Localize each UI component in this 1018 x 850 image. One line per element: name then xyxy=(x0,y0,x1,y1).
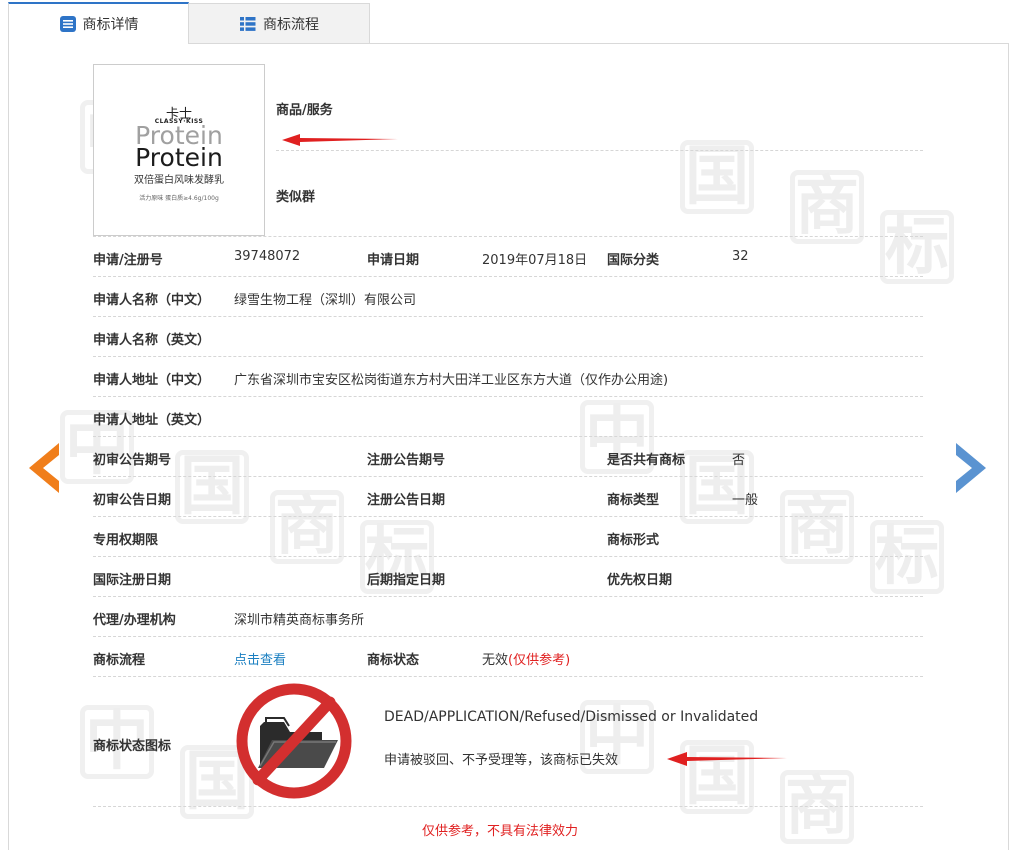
app-date-label: 申请日期 xyxy=(367,253,420,268)
tab-trademark-detail[interactable]: 商标详情 xyxy=(8,2,189,44)
agent-label: 代理/办理机构 xyxy=(93,613,176,628)
status-en-description: DEAD/APPLICATION/Refused/Dismissed or In… xyxy=(384,709,759,725)
tm-status-value: 无效(仅供参考) xyxy=(482,649,570,668)
divider xyxy=(93,396,923,397)
trademark-image[interactable]: 卡士 CLASSY·KISS Protein Protein 双倍蛋白风味发酵乳… xyxy=(93,64,265,236)
divider xyxy=(93,236,923,237)
divider xyxy=(276,150,923,151)
status-note: (仅供参考) xyxy=(508,653,571,668)
address-en-label: 申请人地址（英文） xyxy=(93,413,211,428)
shared-value: 否 xyxy=(732,453,746,468)
divider xyxy=(93,516,923,517)
exclusive-period-label: 专用权期限 xyxy=(93,533,159,548)
intl-class-label: 国际分类 xyxy=(607,253,660,268)
divider xyxy=(93,356,923,357)
similar-group-label: 类似群 xyxy=(276,190,316,205)
reg-pub-no-label: 注册公告期号 xyxy=(367,453,446,468)
annotation-arrow-icon xyxy=(667,752,787,766)
divider xyxy=(93,556,923,557)
thumb-word-dark: Protein xyxy=(135,143,223,172)
address-cn-value: 广东省深圳市宝安区松岗街道东方村大田洋工业区东方大道（仅作办公用途) xyxy=(234,373,669,388)
divider xyxy=(93,636,923,637)
next-arrow-icon[interactable] xyxy=(954,443,990,493)
tm-form-label: 商标形式 xyxy=(607,533,660,548)
tm-type-label: 商标类型 xyxy=(607,493,660,508)
divider xyxy=(93,316,923,317)
later-date-label: 后期指定日期 xyxy=(367,573,446,588)
applicant-cn-value: 绿雪生物工程（深圳）有限公司 xyxy=(234,293,417,308)
tab-label: 商标流程 xyxy=(263,16,319,33)
process-view-link[interactable]: 点击查看 xyxy=(234,649,286,668)
priority-date-label: 优先权日期 xyxy=(607,573,673,588)
divider xyxy=(93,476,923,477)
status-text: 无效 xyxy=(482,653,509,668)
tm-process-label: 商标流程 xyxy=(93,653,146,668)
divider xyxy=(93,276,923,277)
tab-bar: 商标详情 商标流程 xyxy=(8,0,1009,44)
list-icon xyxy=(59,15,77,33)
divider xyxy=(93,806,923,807)
annotation-arrow-icon xyxy=(282,134,398,146)
prelim-no-label: 初审公告期号 xyxy=(93,453,172,468)
tab-label: 商标详情 xyxy=(82,17,139,33)
intl-class-value: 32 xyxy=(732,249,749,264)
tm-status-label: 商标状态 xyxy=(367,653,420,668)
goods-services-label: 商品/服务 xyxy=(276,103,333,118)
prelim-date-label: 初审公告日期 xyxy=(93,493,172,508)
applicant-cn-label: 申请人名称（中文） xyxy=(93,293,211,308)
agent-value: 深圳市精英商标事务所 xyxy=(234,613,365,628)
status-icon-label: 商标状态图标 xyxy=(93,739,172,754)
reg-no-label: 申请/注册号 xyxy=(93,253,163,268)
dead-status-folder-icon xyxy=(236,683,352,799)
divider xyxy=(93,596,923,597)
divider xyxy=(93,676,923,677)
reg-pub-date-label: 注册公告日期 xyxy=(367,493,446,508)
app-date-value: 2019年07月18日 xyxy=(482,253,588,268)
disclaimer-text: 仅供参考，不具有法律效力 xyxy=(422,824,579,839)
thumb-fine-print: 活力原味 蛋白质≥4.6g/100g xyxy=(139,195,219,202)
divider xyxy=(93,436,923,437)
address-cn-label: 申请人地址（中文） xyxy=(93,373,211,388)
grid-list-icon xyxy=(239,15,257,33)
status-cn-description: 申请被驳回、不予受理等，该商标已失效 xyxy=(384,753,619,768)
shared-label: 是否共有商标 xyxy=(607,453,686,468)
applicant-en-label: 申请人名称（英文） xyxy=(93,333,211,348)
tab-trademark-process[interactable]: 商标流程 xyxy=(189,3,370,44)
thumb-subtitle: 双倍蛋白风味发酵乳 xyxy=(134,175,224,186)
tm-type-value: 一般 xyxy=(732,493,759,508)
intl-reg-date-label: 国际注册日期 xyxy=(93,573,172,588)
reg-no-value: 39748072 xyxy=(234,249,301,264)
prev-arrow-icon[interactable] xyxy=(25,443,61,493)
